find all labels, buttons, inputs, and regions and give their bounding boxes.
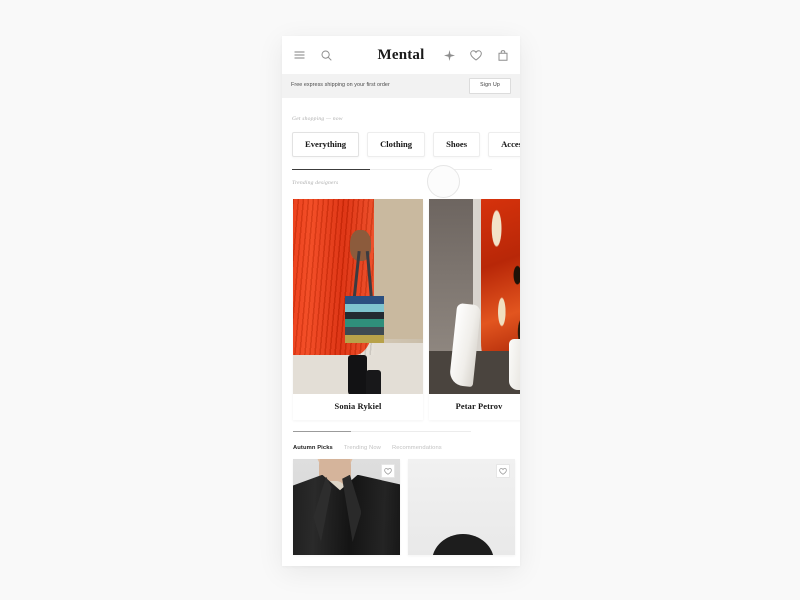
designer-card[interactable]: Petar Petrov (429, 198, 520, 420)
designer-card-carousel[interactable]: Sonia Rykiel Petar Petrov (282, 198, 520, 420)
tab-trending-now[interactable]: Trending Now (344, 445, 381, 452)
sparkle-icon[interactable] (442, 48, 456, 62)
designer-scroll-indicator-row (293, 430, 520, 437)
category-scroll-indicator-row: Trending designers (292, 164, 520, 198)
heart-outline-icon[interactable] (496, 464, 510, 479)
category-chip-list[interactable]: Everything Clothing Shoes Accessories (292, 132, 520, 158)
hamburger-menu-icon[interactable] (292, 48, 306, 62)
category-section: Get shopping — now Everything Clothing S… (282, 98, 520, 158)
shopping-bag-icon[interactable] (496, 48, 510, 62)
category-eyebrow: Get shopping — now (292, 116, 343, 122)
tab-autumn-picks[interactable]: Autumn Picks (293, 445, 333, 452)
category-chip-shoes[interactable]: Shoes (433, 132, 481, 157)
heart-outline-icon[interactable] (381, 464, 395, 479)
designer-photo-petar-petrov (429, 198, 520, 394)
nav-left-group (292, 48, 333, 62)
announcement-text: Free express shipping on your first orde… (291, 82, 390, 89)
product-card[interactable] (408, 459, 515, 556)
search-icon[interactable] (319, 48, 333, 62)
category-chip-accessories[interactable]: Accessories (488, 132, 520, 157)
designer-name: Sonia Rykiel (334, 402, 382, 412)
tab-recommendations[interactable]: Recommendations (392, 445, 442, 452)
product-card[interactable] (293, 459, 400, 556)
top-navigation-bar: Mental (282, 36, 520, 74)
category-chip-clothing[interactable]: Clothing (367, 132, 426, 157)
announcement-bar: Free express shipping on your first orde… (282, 74, 520, 98)
sign-up-button[interactable]: Sign Up (469, 78, 511, 94)
scroll-thumb[interactable] (293, 430, 351, 433)
circle-placeholder (427, 164, 460, 198)
designer-name: Petar Petrov (455, 402, 503, 412)
designer-card[interactable]: Sonia Rykiel (293, 198, 423, 420)
product-grid (282, 451, 520, 556)
designers-eyebrow: Trending designers (292, 179, 339, 186)
nav-right-group (442, 48, 510, 62)
category-chip-everything[interactable]: Everything (292, 132, 360, 157)
designer-photo-sonia-rykiel (293, 198, 423, 394)
canvas: Mental Free express shipping on your fir… (0, 0, 800, 600)
heart-icon[interactable] (469, 48, 483, 62)
product-tab-bar[interactable]: Autumn Picks Trending Now Recommendation… (282, 437, 520, 452)
scroll-thumb[interactable] (292, 168, 370, 171)
app-screen: Mental Free express shipping on your fir… (282, 36, 520, 566)
phone-mockup: Mental Free express shipping on your fir… (282, 36, 520, 566)
